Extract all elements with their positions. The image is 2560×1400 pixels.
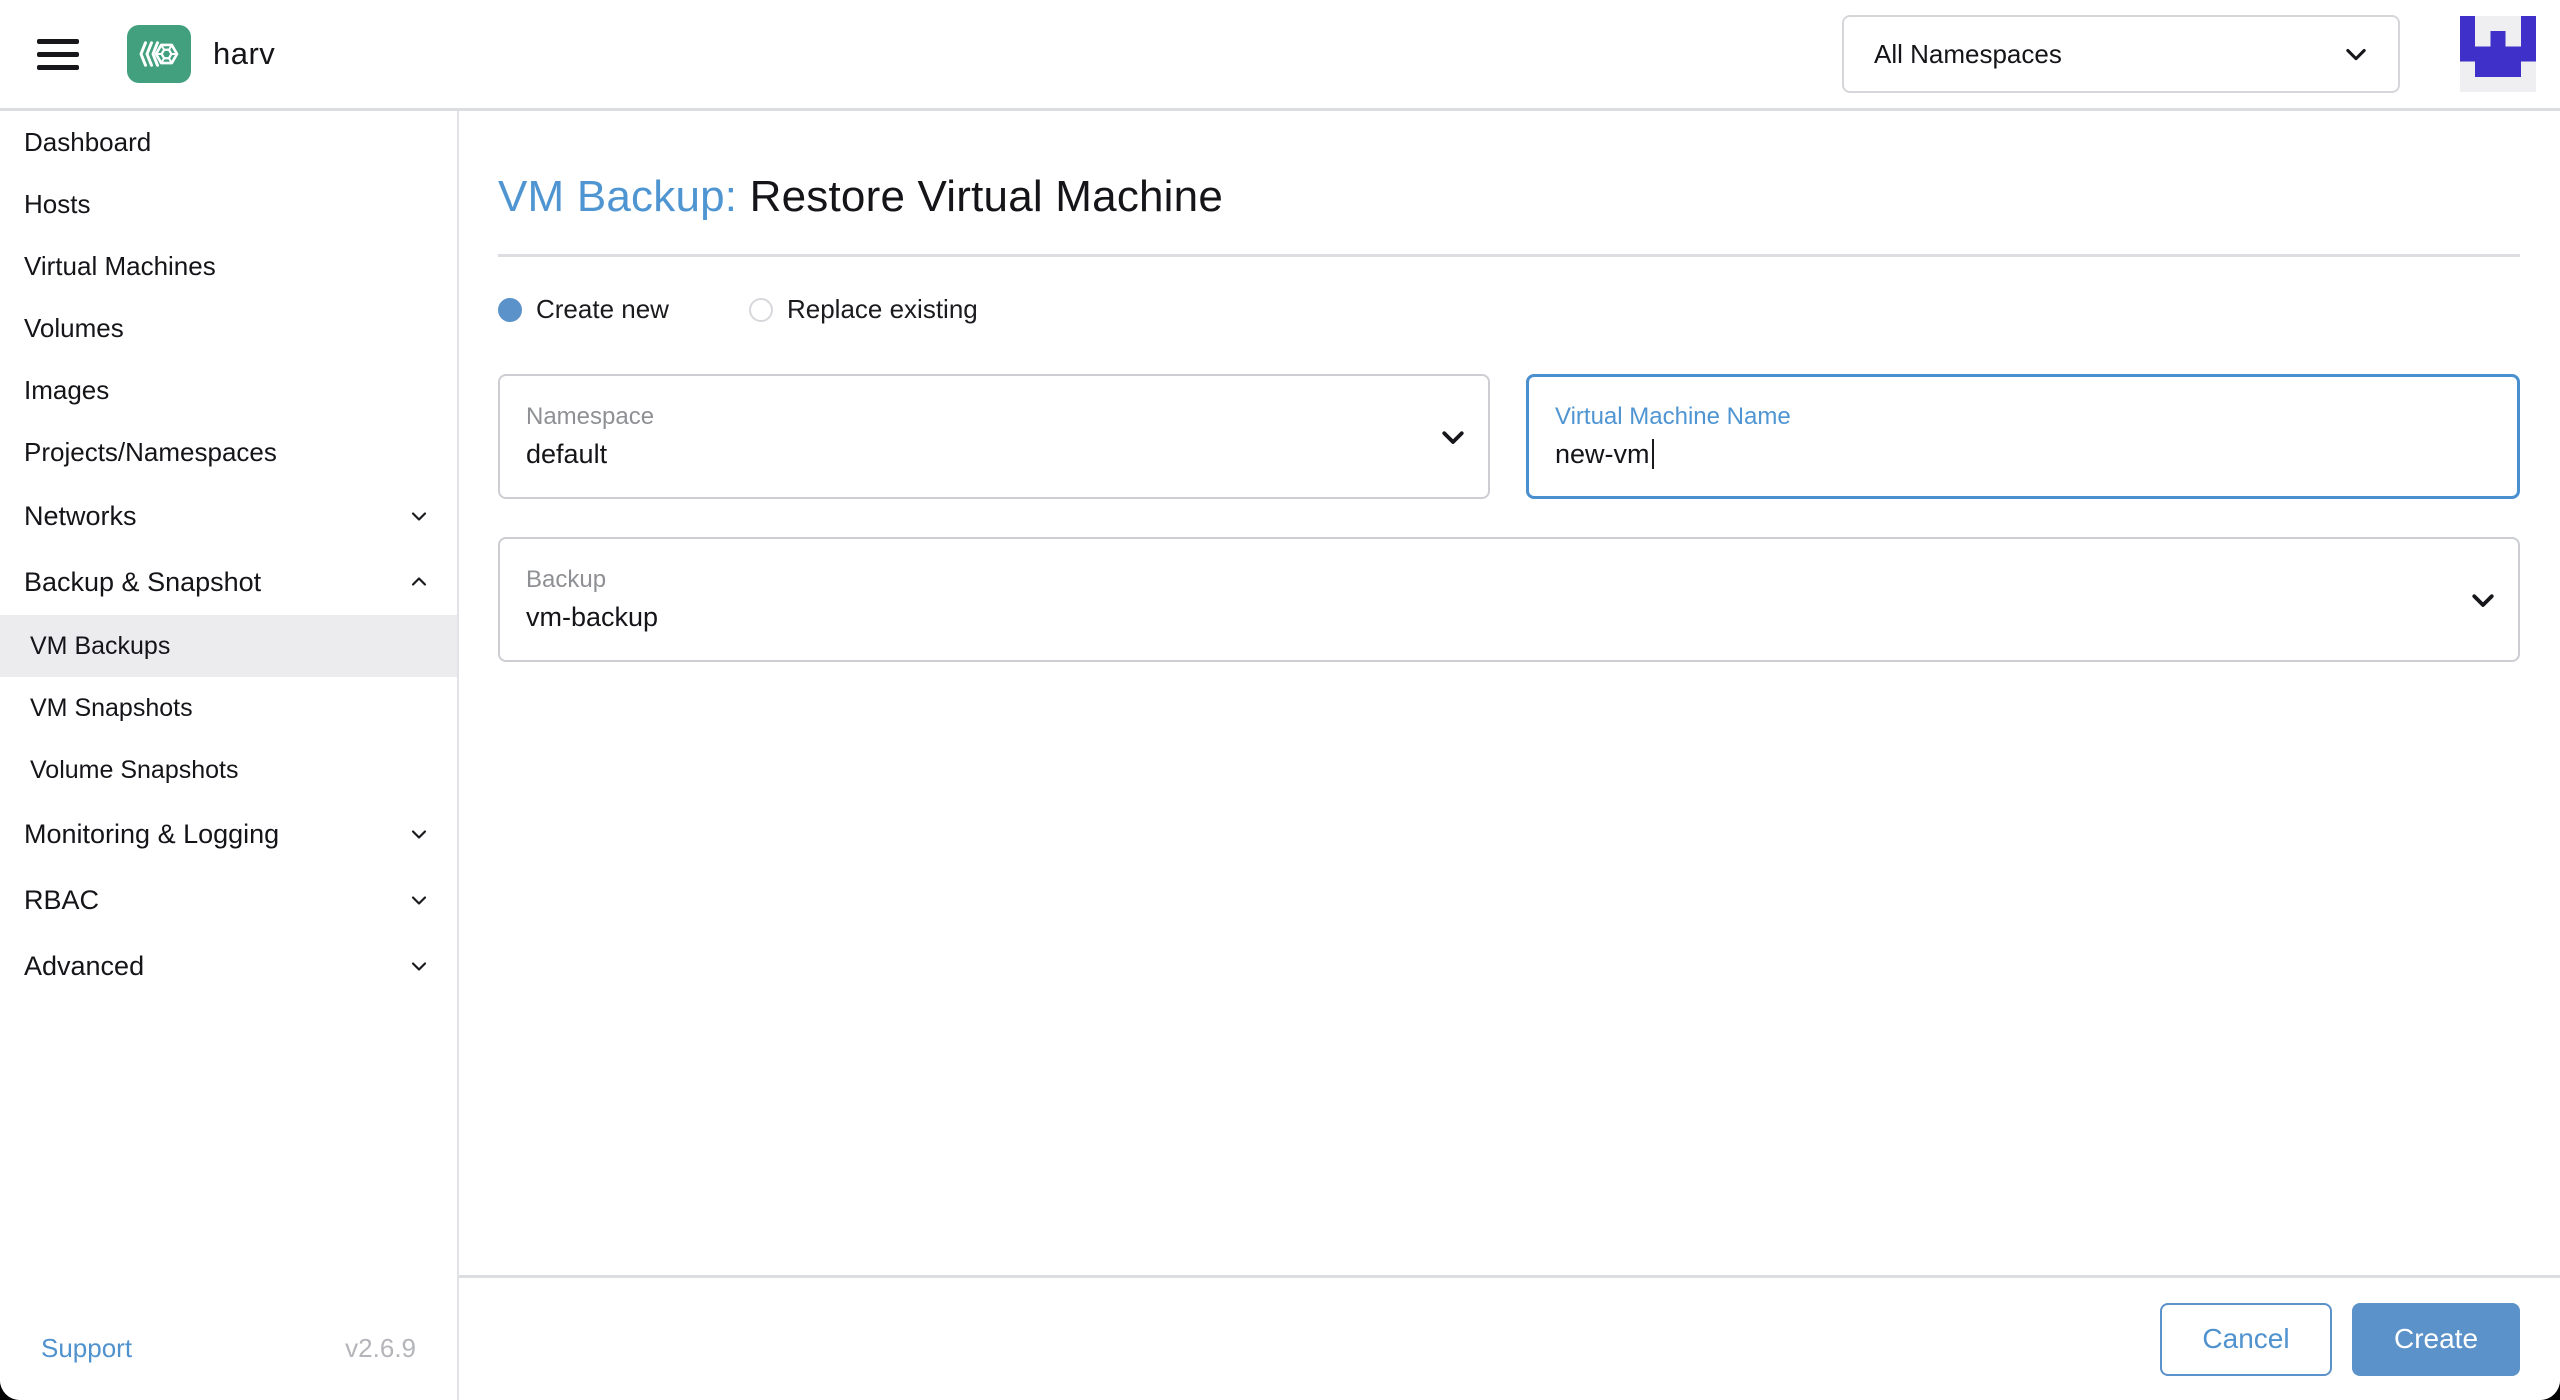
restore-mode-radio-group: Create new Replace existing (498, 294, 2520, 325)
radio-selected-icon (498, 297, 522, 322)
sidebar-item-dashboard[interactable]: Dashboard (0, 111, 457, 173)
chevron-down-icon (411, 962, 427, 971)
sidebar-item-label: Hosts (24, 188, 91, 219)
sidebar-item-hosts[interactable]: Hosts (0, 173, 457, 235)
radio-label: Create new (536, 294, 669, 324)
page-title-prefix: VM Backup: (498, 172, 738, 221)
sidebar-group-label: Backup & Snapshot (24, 566, 262, 597)
page-title-main: Restore Virtual Machine (749, 172, 1224, 221)
sidebar-group-label: Networks (24, 500, 137, 531)
header-right: All Namespaces (1842, 15, 2536, 93)
sidebar-item-volumes[interactable]: Volumes (0, 297, 457, 359)
backup-select[interactable]: Backup vm-backup (498, 537, 2520, 662)
header-left: harv (37, 25, 275, 83)
radio-replace-existing[interactable]: Replace existing (748, 294, 978, 325)
radio-label: Replace existing (786, 294, 978, 324)
vm-name-input[interactable]: Virtual Machine Name new-vm (1526, 374, 2520, 499)
sidebar-group-advanced[interactable]: Advanced (0, 933, 457, 999)
sidebar-footer: Support v2.6.9 (0, 1296, 457, 1400)
harvester-logo-icon (127, 25, 191, 83)
backup-select-value: vm-backup (526, 601, 659, 632)
sidebar-item-label: Projects/Namespaces (24, 436, 277, 467)
hamburger-menu-icon[interactable] (37, 38, 79, 70)
sidebar-group-label: RBAC (24, 884, 100, 915)
sidebar-item-label: Virtual Machines (24, 250, 216, 281)
sidebar-group-label: Monitoring & Logging (24, 818, 280, 849)
vm-name-input-label: Virtual Machine Name (1555, 402, 1791, 430)
chevron-down-icon (2346, 48, 2366, 61)
create-button[interactable]: Create (2352, 1302, 2520, 1376)
namespace-select-value: default (526, 438, 608, 469)
sidebar-item-virtual-machines[interactable]: Virtual Machines (0, 235, 457, 297)
sidebar-item-volume-snapshots[interactable]: Volume Snapshots (0, 739, 457, 801)
sidebar-group-backup-snapshot[interactable]: Backup & Snapshot (0, 549, 457, 615)
sidebar-item-label: Images (24, 374, 110, 405)
vm-name-input-value: new-vm (1555, 438, 1650, 469)
chevron-down-icon (411, 830, 427, 839)
sidebar-item-label: Volume Snapshots (30, 755, 239, 784)
chevron-down-icon (411, 896, 427, 905)
radio-unselected-icon (748, 297, 773, 322)
sidebar-item-vm-snapshots[interactable]: VM Snapshots (0, 677, 457, 739)
user-avatar[interactable] (2460, 16, 2536, 92)
sidebar-item-vm-backups[interactable]: VM Backups (0, 615, 457, 677)
main-panel: VM Backup: Restore Virtual Machine Creat… (459, 111, 2560, 1400)
cancel-button[interactable]: Cancel (2160, 1302, 2332, 1376)
sidebar-item-label: Volumes (24, 312, 124, 343)
sidebar-group-label: Advanced (24, 950, 145, 981)
sidebar: Dashboard Hosts Virtual Machines Volumes… (0, 111, 459, 1400)
chevron-up-icon (411, 577, 427, 586)
sidebar-group-networks[interactable]: Networks (0, 483, 457, 549)
radio-create-new[interactable]: Create new (498, 294, 669, 325)
backup-select-label: Backup (526, 565, 607, 593)
namespace-filter-dropdown[interactable]: All Namespaces (1842, 15, 2400, 93)
sidebar-item-projects-namespaces[interactable]: Projects/Namespaces (0, 421, 457, 483)
chevron-down-icon (2472, 593, 2494, 607)
sidebar-item-label: VM Snapshots (30, 693, 193, 722)
namespace-select[interactable]: Namespace default (498, 374, 1490, 499)
title-divider (498, 254, 2520, 257)
sidebar-item-label: Dashboard (24, 126, 152, 157)
top-header: harv All Namespaces (0, 0, 2560, 111)
sidebar-item-label: VM Backups (30, 631, 171, 660)
action-bar: Cancel Create (459, 1275, 2560, 1400)
sidebar-group-rbac[interactable]: RBAC (0, 867, 457, 933)
sidebar-item-images[interactable]: Images (0, 359, 457, 421)
support-link[interactable]: Support (41, 1333, 132, 1364)
text-caret (1651, 438, 1654, 469)
namespace-filter-value: All Namespaces (1874, 38, 2062, 69)
chevron-down-icon (1442, 430, 1464, 444)
version-label: v2.6.9 (345, 1332, 416, 1363)
page-title: VM Backup: Restore Virtual Machine (498, 171, 2520, 223)
app-window: harv All Namespaces Dashboard Hosts Virt… (0, 0, 2560, 1400)
chevron-down-icon (411, 512, 427, 521)
product-name: harv (213, 36, 276, 71)
sidebar-group-monitoring-logging[interactable]: Monitoring & Logging (0, 801, 457, 867)
namespace-select-label: Namespace (526, 402, 655, 430)
